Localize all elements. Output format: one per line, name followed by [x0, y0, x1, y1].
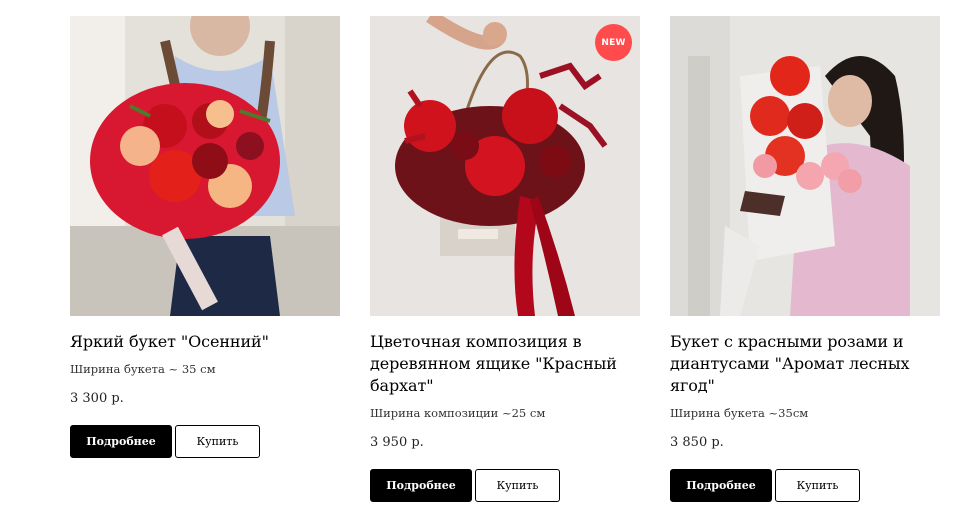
product-price: 3 850 р. [670, 435, 724, 450]
product-price: 3 300 р. [70, 391, 124, 406]
product-photo[interactable]: NEW [370, 16, 640, 316]
product-size: Ширина букета ~35см [670, 406, 809, 420]
product-actions: Подробнее Купить [370, 469, 640, 502]
product-actions: Подробнее Купить [670, 469, 940, 502]
product-title[interactable]: Яркий букет "Осенний" [70, 331, 340, 353]
product-photo[interactable] [670, 16, 940, 316]
new-badge: NEW [595, 24, 632, 61]
details-button[interactable]: Подробнее [70, 425, 172, 458]
product-price: 3 950 р. [370, 435, 424, 450]
flower-box-photo [370, 16, 640, 316]
buy-button[interactable]: Купить [475, 469, 560, 502]
details-button[interactable]: Подробнее [670, 469, 772, 502]
product-card: Букет с красными розами и диантусами "Ар… [670, 16, 940, 502]
bouquet-photo [670, 16, 940, 316]
product-actions: Подробнее Купить [70, 425, 340, 458]
product-card: Яркий букет "Осенний" Ширина букета ~ 35… [70, 16, 340, 458]
buy-button[interactable]: Купить [775, 469, 860, 502]
product-title[interactable]: Букет с красными розами и диантусами "Ар… [670, 331, 940, 397]
buy-button[interactable]: Купить [175, 425, 260, 458]
details-button[interactable]: Подробнее [370, 469, 472, 502]
product-photo[interactable] [70, 16, 340, 316]
product-title[interactable]: Цветочная композиция в деревянном ящике … [370, 331, 640, 397]
product-card: NEW Цветочная композиция в деревянном ящ… [370, 16, 640, 502]
product-size: Ширина композиции ~25 см [370, 406, 546, 420]
product-size: Ширина букета ~ 35 см [70, 362, 216, 376]
bouquet-photo [70, 16, 340, 316]
